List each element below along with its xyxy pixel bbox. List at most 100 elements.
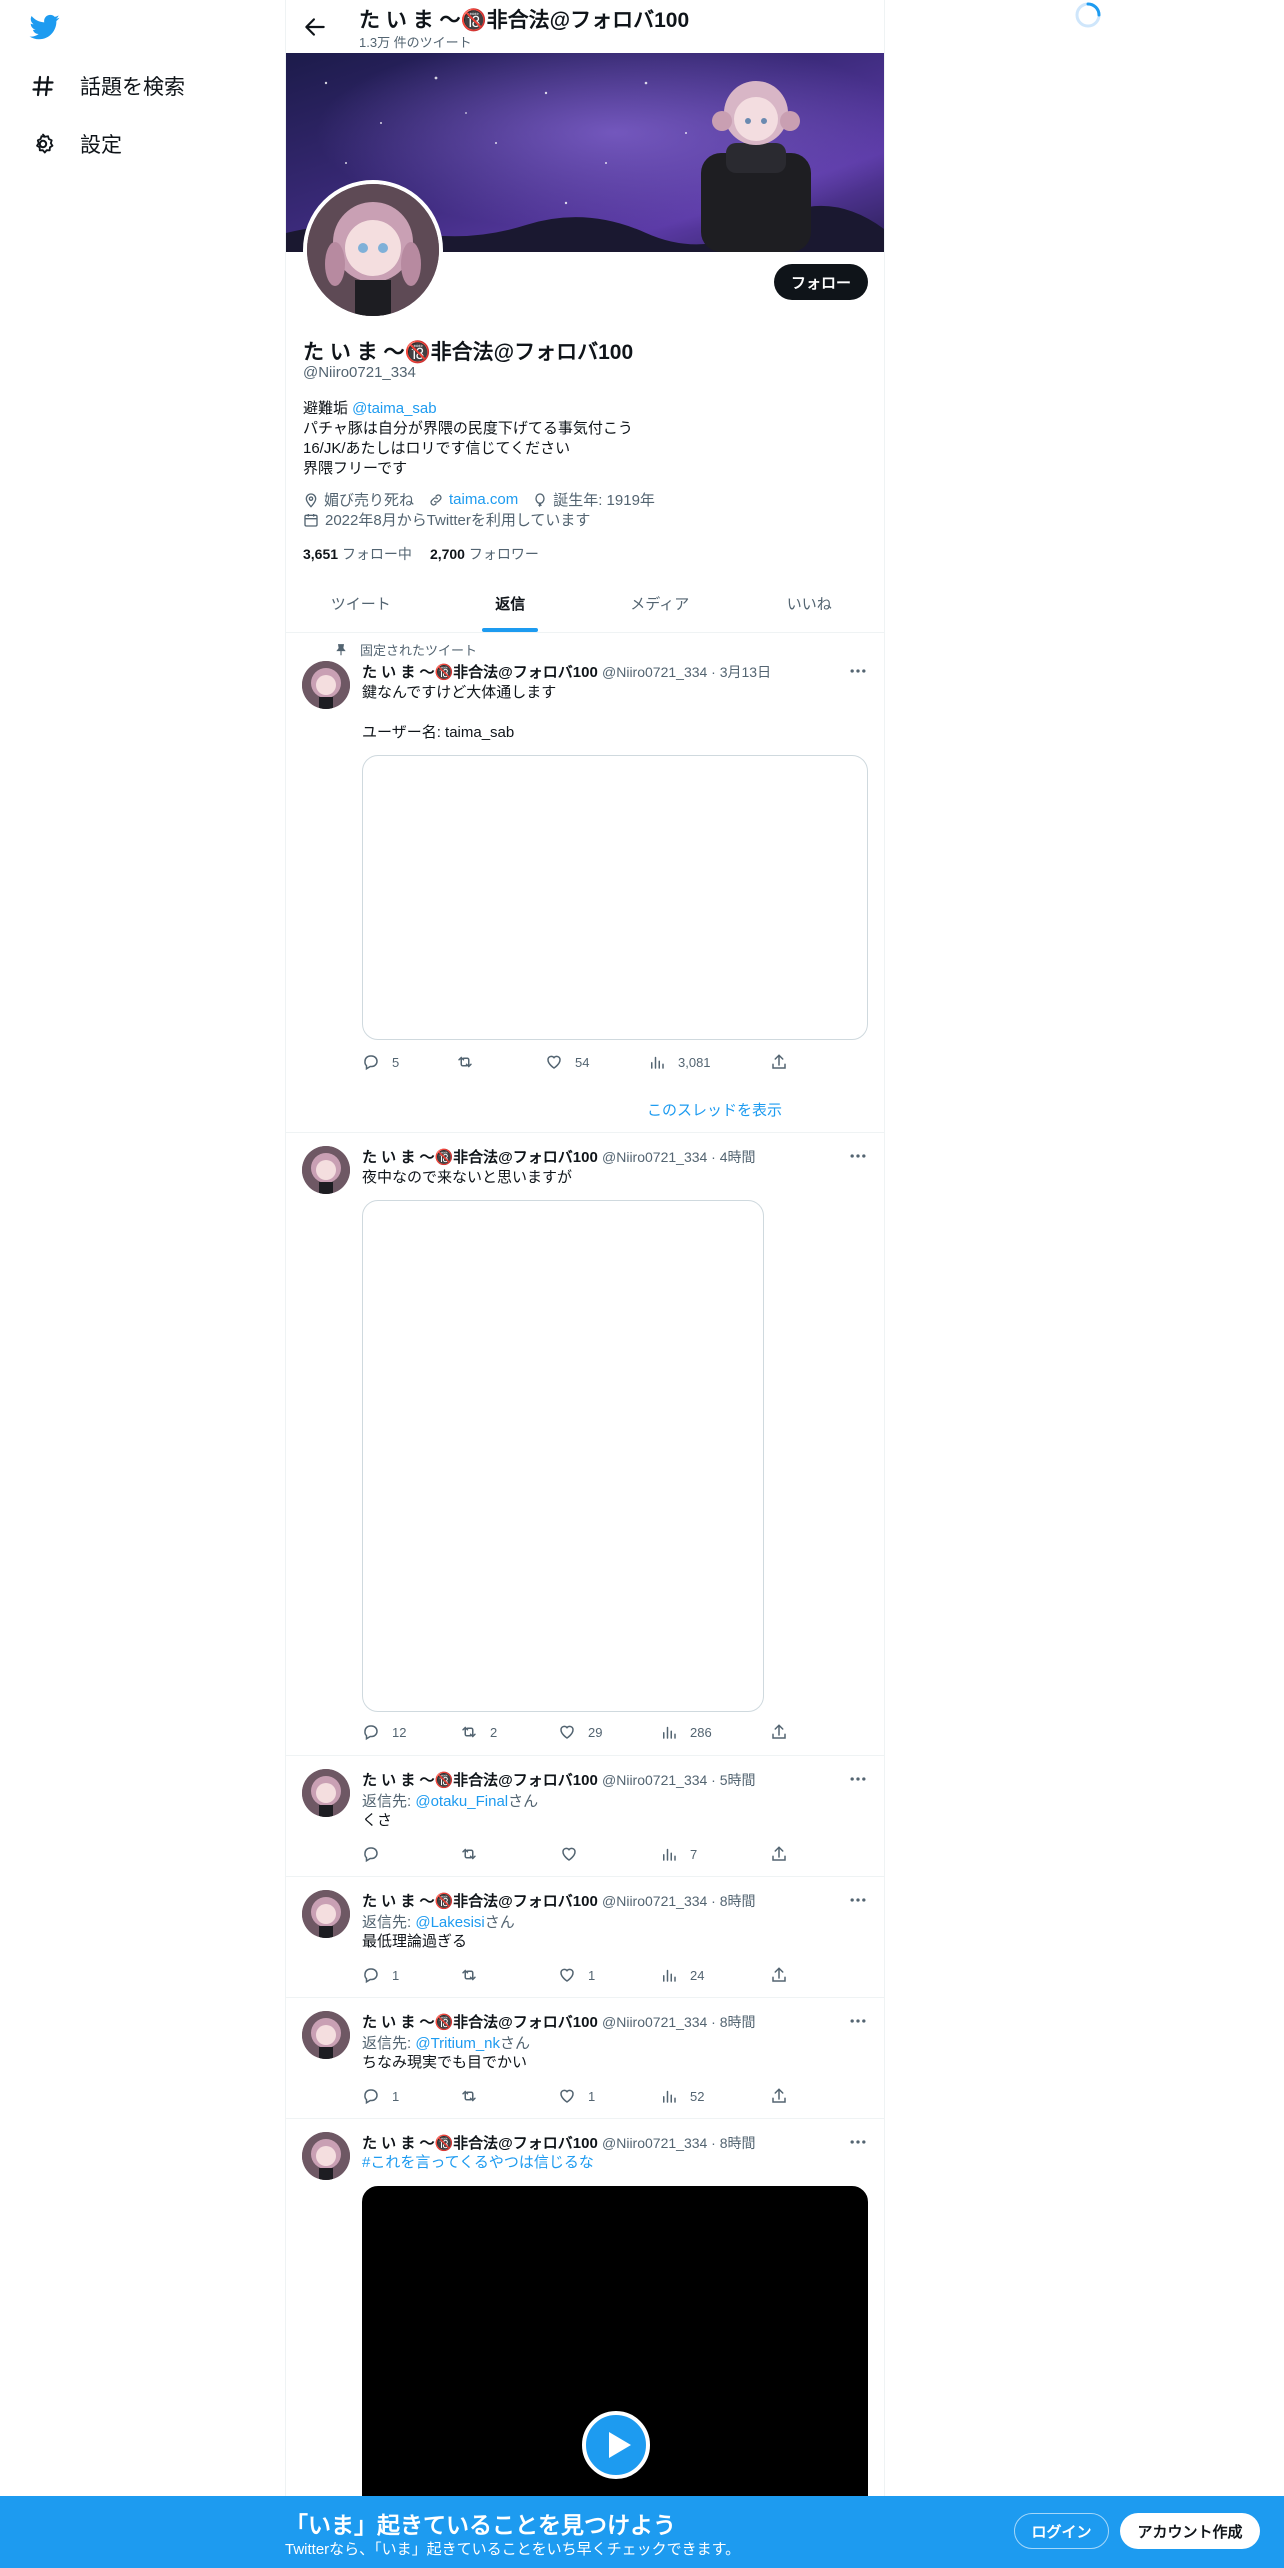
retweet-icon: [462, 1726, 476, 1738]
tweet-author-name[interactable]: た い ま 〜🔞非合法@フォロバ100: [362, 1772, 598, 1789]
reply-to-link[interactable]: @Tritium_nk: [415, 2035, 500, 2052]
views-button[interactable]: 24: [660, 1966, 704, 1984]
like-button[interactable]: 54: [545, 1053, 589, 1071]
back-arrow-icon[interactable]: [302, 14, 328, 40]
reply-button[interactable]: 1: [362, 2087, 399, 2105]
tweet-author-name[interactable]: た い ま 〜🔞非合法@フォロバ100: [362, 664, 598, 681]
reply-button[interactable]: [362, 1845, 392, 1863]
views-chart-icon: [663, 2090, 676, 2103]
tweet-actions: 1 1 52: [362, 2087, 786, 2107]
nav-settings[interactable]: 設定: [28, 129, 122, 159]
hashtag-link[interactable]: #これを言ってくるやつは信じるな: [362, 2153, 594, 2173]
tweet-author-name[interactable]: た い ま 〜🔞非合法@フォロバ100: [362, 2135, 598, 2152]
followers-link[interactable]: 2,700 フォロワー: [430, 544, 539, 564]
tweet-meta[interactable]: @Niiro0721_334 · 8時間: [602, 2014, 756, 2030]
play-icon[interactable]: [582, 2411, 650, 2479]
reply-to-link[interactable]: @Lakesisi: [415, 1914, 484, 1931]
tweet-header: た い ま 〜🔞非合法@フォロバ100 @Niiro0721_334 · 8時間: [362, 1890, 756, 1911]
like-button[interactable]: [560, 1845, 590, 1863]
bio-line4: 界隈フリーです: [303, 460, 408, 477]
tweet-meta[interactable]: @Niiro0721_334 · 3月13日: [602, 664, 771, 680]
nav-explore[interactable]: 話題を検索: [28, 71, 185, 101]
retweet-button[interactable]: [460, 2087, 490, 2105]
tweet-author-name[interactable]: た い ま 〜🔞非合法@フォロバ100: [362, 2014, 598, 2031]
tweet-avatar[interactable]: [302, 1769, 350, 1817]
tab-likes[interactable]: いいね: [735, 580, 885, 632]
retweet-icon: [462, 2090, 476, 2102]
share-button[interactable]: [770, 1723, 788, 1741]
show-thread-link[interactable]: このスレッドを表示: [647, 1099, 782, 1120]
bio-sub-account-link[interactable]: @taima_sab: [352, 400, 436, 417]
tweet-meta[interactable]: @Niiro0721_334 · 5時間: [602, 1772, 756, 1788]
views-button[interactable]: 7: [660, 1845, 697, 1863]
like-button[interactable]: 29: [558, 1723, 602, 1741]
views-button[interactable]: 286: [660, 1723, 712, 1741]
views-button[interactable]: 52: [660, 2087, 704, 2105]
reply-icon: [364, 1968, 378, 1984]
following-link[interactable]: 3,651 フォロー中: [303, 544, 412, 564]
retweet-button[interactable]: [460, 1966, 490, 1984]
tweet-header: た い ま 〜🔞非合法@フォロバ100 @Niiro0721_334 · 3月1…: [362, 661, 771, 682]
share-button[interactable]: [770, 1966, 788, 1984]
more-icon[interactable]: [848, 1769, 868, 1789]
more-icon[interactable]: [848, 1146, 868, 1166]
tab-media[interactable]: メディア: [585, 580, 735, 632]
signup-banner-title: 「いま」起きていることを見つけよう: [285, 2512, 676, 2538]
tweet-media[interactable]: [362, 755, 868, 1040]
reply-button[interactable]: 5: [362, 1053, 399, 1071]
login-button[interactable]: ログイン: [1014, 2513, 1109, 2549]
tweet-avatar[interactable]: [302, 2132, 350, 2180]
heart-icon: [560, 1968, 574, 1982]
views-chart-icon: [663, 1969, 676, 1982]
share-button[interactable]: [770, 2087, 788, 2105]
tweet-avatar[interactable]: [302, 1890, 350, 1938]
profile-avatar[interactable]: [303, 180, 443, 320]
tweet-meta[interactable]: @Niiro0721_334 · 8時間: [602, 1893, 756, 1909]
tweet-meta[interactable]: @Niiro0721_334 · 4時間: [602, 1149, 756, 1165]
like-button[interactable]: 1: [558, 1966, 595, 1984]
signup-banner-subtitle: Twitterなら、「いま」起きていることをいち早くチェックできます。: [285, 2541, 741, 2558]
more-icon[interactable]: [848, 2011, 868, 2031]
retweet-button[interactable]: [456, 1053, 486, 1071]
twitter-logo-icon[interactable]: [28, 12, 62, 42]
tweet-meta[interactable]: @Niiro0721_334 · 8時間: [602, 2135, 756, 2151]
profile-joined-row: 2022年8月からTwitterを利用しています: [303, 509, 590, 530]
reply-button[interactable]: 1: [362, 1966, 399, 1984]
heart-icon: [560, 2089, 574, 2103]
location-pin-icon: [305, 492, 317, 508]
follow-button[interactable]: フォロー: [774, 264, 868, 300]
tweet-author-name[interactable]: た い ま 〜🔞非合法@フォロバ100: [362, 1893, 598, 1910]
reply-to-line: 返信先: @Lakesisiさん: [362, 1914, 515, 1931]
more-icon[interactable]: [848, 661, 868, 681]
tweet-author-name[interactable]: た い ま 〜🔞非合法@フォロバ100: [362, 1149, 598, 1166]
signup-button[interactable]: アカウント作成: [1120, 2513, 1260, 2549]
more-icon[interactable]: [848, 2132, 868, 2152]
tweet-avatar[interactable]: [302, 1146, 350, 1194]
calendar-icon: [304, 513, 318, 527]
balloon-icon: [535, 492, 545, 507]
tweet-media[interactable]: [362, 1200, 764, 1712]
like-button[interactable]: 1: [558, 2087, 595, 2105]
tweet-actions: 1 1 24: [362, 1966, 786, 1986]
tab-tweets[interactable]: ツイート: [286, 580, 436, 632]
more-icon[interactable]: [848, 1890, 868, 1910]
tweet-avatar[interactable]: [302, 2011, 350, 2059]
reply-to-link[interactable]: @otaku_Final: [415, 1793, 508, 1810]
views-chart-icon: [663, 1848, 676, 1861]
share-button[interactable]: [770, 1053, 788, 1071]
tweet-actions: 5 54 3,081: [362, 1053, 786, 1073]
bio-line3: 16/JK/あたしはロリです信じてください: [303, 440, 571, 457]
retweet-button[interactable]: 2: [460, 1723, 497, 1741]
tweet-avatar[interactable]: [302, 661, 350, 709]
reply-button[interactable]: 12: [362, 1723, 406, 1741]
tweet-text: 鍵なんですけど大体通します ユーザー名: taima_sab: [362, 684, 557, 741]
views-button[interactable]: 3,081: [648, 1053, 711, 1071]
tweet-video[interactable]: [362, 2186, 868, 2516]
reply-icon: [364, 1725, 378, 1741]
retweet-button[interactable]: [460, 1845, 490, 1863]
tab-replies[interactable]: 返信: [436, 580, 586, 632]
header-name: た い ま 〜🔞非合法@フォロバ100: [359, 9, 690, 32]
follow-stats: 3,651 フォロー中 2,700 フォロワー: [303, 544, 539, 564]
profile-website-link[interactable]: taima.com: [449, 491, 518, 508]
share-button[interactable]: [770, 1845, 788, 1863]
